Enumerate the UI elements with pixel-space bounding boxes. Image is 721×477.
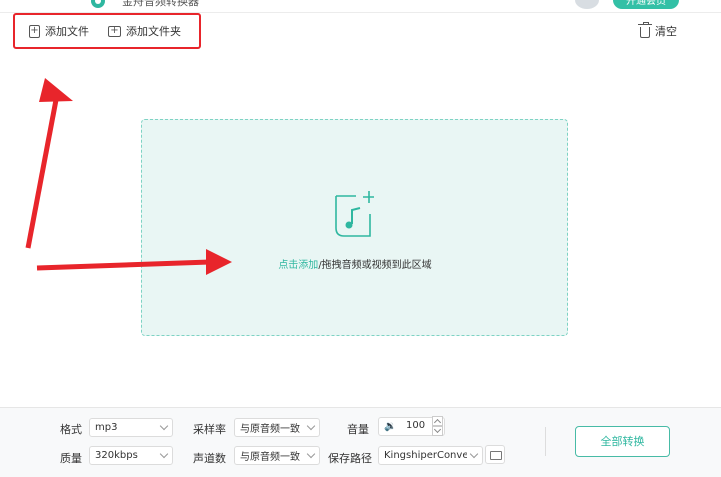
chevron-down-icon: [306, 449, 316, 459]
quality-select[interactable]: 320kbps: [89, 446, 173, 465]
save-path-value: KingshiperConver: [384, 450, 467, 461]
volume-down-button[interactable]: [432, 426, 443, 436]
divider: [545, 427, 546, 456]
format-label: 格式: [60, 423, 82, 436]
chevron-down-icon: [159, 449, 169, 459]
quality-label: 质量: [60, 452, 82, 465]
volume-up-button[interactable]: [432, 416, 443, 426]
format-value: mp3: [95, 422, 118, 433]
chevron-down-icon: [306, 421, 316, 431]
browse-folder-button[interactable]: [485, 445, 505, 464]
sample-rate-value: 与原音频一致: [240, 424, 300, 435]
save-path-label: 保存路径: [328, 452, 372, 465]
convert-all-button[interactable]: 全部转换: [575, 426, 670, 457]
sample-rate-label: 采样率: [193, 423, 226, 436]
chevron-down-icon: [469, 449, 479, 459]
channels-select[interactable]: 与原音频一致: [234, 446, 320, 465]
quality-value: 320kbps: [95, 450, 138, 461]
chevron-down-icon: [159, 421, 169, 431]
channels-value: 与原音频一致: [240, 452, 300, 463]
annotation-arrows: [25, 78, 232, 275]
format-select[interactable]: mp3: [89, 418, 173, 437]
volume-value: 100: [406, 420, 426, 431]
save-path-select[interactable]: KingshiperConver: [378, 446, 483, 465]
volume-label: 音量: [347, 423, 369, 436]
sample-rate-select[interactable]: 与原音频一致: [234, 418, 320, 437]
volume-stepper[interactable]: [432, 416, 443, 437]
channels-label: 声道数: [193, 452, 226, 465]
speaker-icon: 🔉: [384, 421, 397, 432]
